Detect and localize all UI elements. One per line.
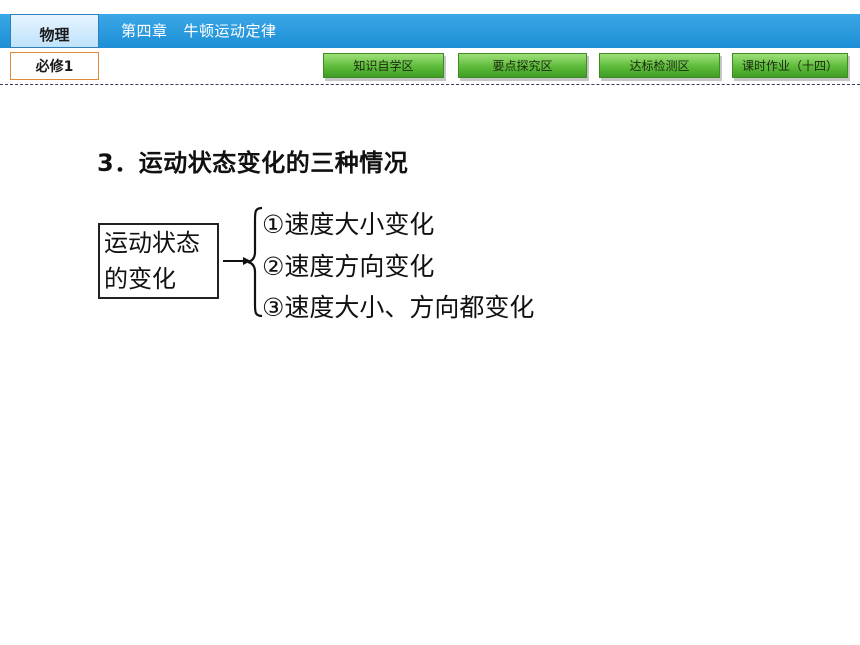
- chapter-title: 第四章 牛顿运动定律: [121, 20, 293, 41]
- case-item-speed-both: ③速度大小、方向都变化: [262, 293, 535, 322]
- chapter-number: 第四章: [121, 22, 168, 40]
- header-divider: [0, 84, 860, 85]
- case-item-speed-magnitude: ①速度大小变化: [262, 210, 435, 239]
- chapter-name: 牛顿运动定律: [183, 22, 277, 40]
- nav-button-homework[interactable]: 课时作业（十四）: [732, 53, 848, 78]
- volume-label: 必修1: [10, 52, 99, 80]
- nav-button-assessment[interactable]: 达标检测区: [599, 53, 720, 78]
- case-item-speed-direction: ②速度方向变化: [262, 252, 435, 281]
- nav-button-self-study[interactable]: 知识自学区: [323, 53, 444, 78]
- section-title: 3．运动状态变化的三种情况: [97, 149, 409, 177]
- nav-button-key-points[interactable]: 要点探究区: [458, 53, 587, 78]
- box-line-2: 的变化: [104, 265, 176, 293]
- box-line-1: 运动状态: [104, 229, 200, 257]
- subject-label: 物理: [10, 14, 99, 48]
- motion-state-box: 运动状态 的变化: [98, 223, 219, 299]
